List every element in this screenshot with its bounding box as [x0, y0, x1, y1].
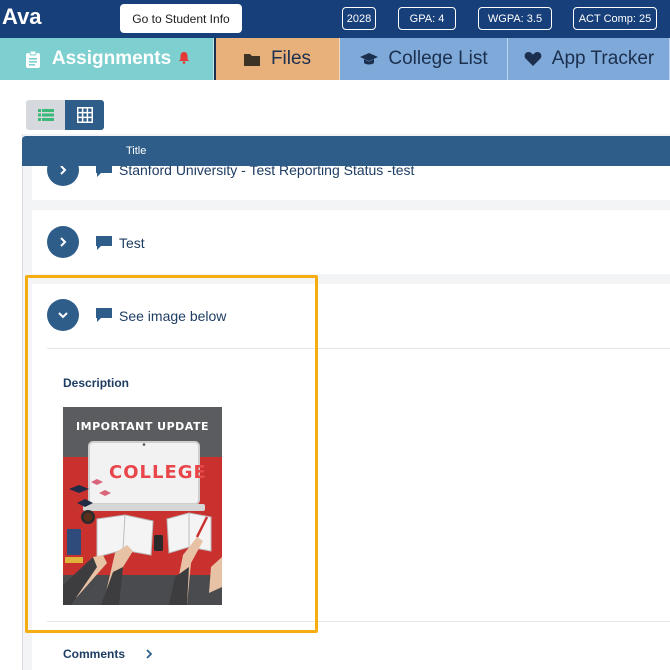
expand-row-button[interactable]	[47, 226, 79, 258]
comments-toggle[interactable]: Comments	[63, 647, 125, 661]
image-header-text: IMPORTANT UPDATE	[76, 420, 209, 433]
chevron-right-icon[interactable]	[144, 647, 154, 661]
comment-icon	[96, 236, 112, 250]
description-image[interactable]: IMPORTANT UPDATE COLLEGE	[63, 407, 222, 605]
college-illustration	[63, 407, 222, 605]
table-header	[22, 136, 670, 166]
main-tabs: Assignments Files College List App Track…	[0, 38, 670, 80]
tab-app-tracker[interactable]: App Tracker	[508, 38, 670, 80]
graduation-cap-icon	[359, 49, 379, 69]
top-header-bar	[0, 0, 670, 38]
tab-college-list[interactable]: College List	[340, 38, 508, 80]
folder-icon	[242, 49, 262, 69]
chevron-down-icon	[58, 312, 68, 319]
grid-view-button[interactable]	[65, 100, 104, 130]
list-view-button[interactable]	[26, 100, 65, 130]
view-toggle	[26, 100, 104, 130]
clipboard-icon	[23, 49, 43, 69]
description-label: Description	[63, 376, 130, 390]
gpa-badge: GPA: 4	[398, 7, 456, 30]
comments-divider	[47, 621, 670, 622]
bell-alert-icon	[178, 51, 190, 67]
wgpa-badge: WGPA: 3.5	[478, 7, 552, 30]
column-header-title[interactable]: Title	[126, 145, 146, 157]
tab-app-tracker-label: App Tracker	[551, 48, 655, 69]
image-screen-text: COLLEGE	[109, 462, 207, 483]
tab-assignments[interactable]: Assignments	[0, 38, 214, 80]
list-view-icon	[37, 109, 54, 121]
go-to-student-info-button[interactable]: Go to Student Info	[120, 4, 242, 33]
row-title[interactable]: Test	[119, 235, 145, 251]
tab-assignments-label: Assignments	[51, 48, 172, 69]
comment-icon	[96, 308, 112, 322]
row-divider	[47, 348, 670, 349]
row-title[interactable]: See image below	[119, 308, 226, 324]
collapse-row-button[interactable]	[47, 299, 79, 331]
grid-view-icon	[76, 107, 93, 123]
act-comp-badge: ACT Comp: 25	[573, 7, 657, 30]
student-name: Ava	[2, 4, 42, 29]
tab-files-label: Files	[270, 48, 312, 69]
heart-icon	[523, 49, 543, 69]
grad-year-badge: 2028	[342, 7, 376, 30]
tab-divider	[214, 38, 216, 80]
tab-files[interactable]: Files	[214, 38, 340, 80]
tab-college-list-label: College List	[388, 48, 488, 69]
chevron-right-icon	[60, 237, 67, 247]
